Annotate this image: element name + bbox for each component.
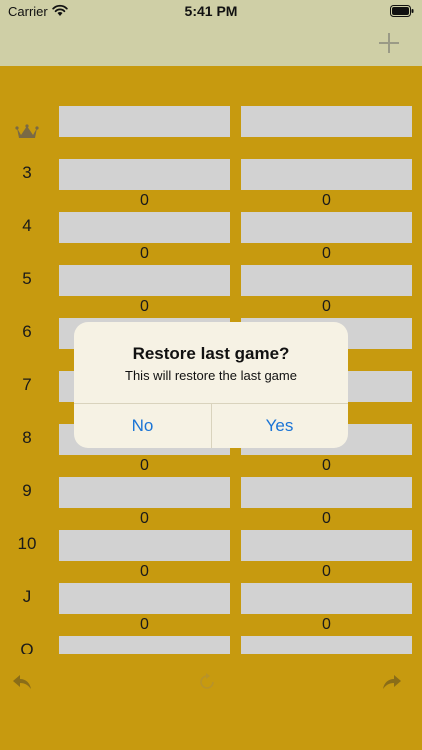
yes-button[interactable]: Yes (211, 404, 348, 448)
alert-title: Restore last game? (132, 344, 290, 363)
alert-message: This will restore the last game (125, 368, 297, 383)
no-button[interactable]: No (74, 404, 211, 448)
restore-alert: Restore last game? This will restore the… (74, 322, 348, 448)
